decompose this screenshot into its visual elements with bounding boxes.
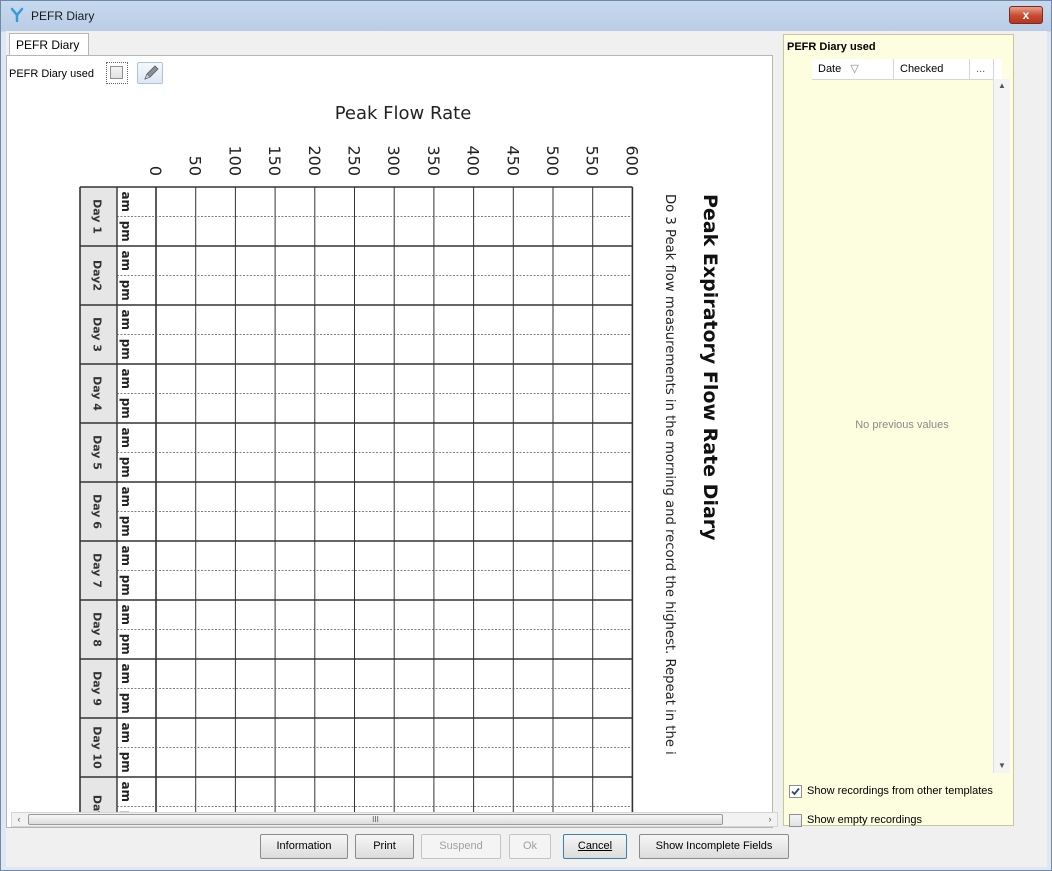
tab-panel: Peak Flow Rate 0 50 100 150 200 250 300 350 400 4…: [6, 55, 773, 828]
period-label: am: [119, 191, 133, 212]
period-label: pm: [119, 280, 133, 301]
period-label: pm: [119, 634, 133, 655]
history-grid-header: Date ▽ Checked ...: [812, 59, 1002, 80]
period-label: am: [119, 250, 133, 271]
pefr-diary-window: PEFR Diary x PEFR Diary Peak Flow Rate 0…: [0, 0, 1052, 871]
period-label: pm: [119, 575, 133, 596]
period-label: am: [119, 368, 133, 389]
app-logo-icon: [10, 7, 24, 23]
sort-icon: ▽: [850, 63, 859, 75]
tick-label: 300: [384, 145, 403, 176]
diary-grid: [79, 186, 634, 827]
diary-instructions: Do 3 Peak flow measurements in the morni…: [662, 194, 677, 755]
day-label: Day 6: [91, 494, 104, 529]
tick-label: 100: [225, 145, 244, 176]
tick-label: 500: [543, 145, 562, 176]
tick-label: 50: [186, 156, 205, 176]
scroll-right-icon[interactable]: ›: [763, 813, 777, 826]
tick-label: 350: [424, 145, 443, 176]
edit-button[interactable]: [137, 62, 163, 84]
column-date-label: Date: [818, 63, 842, 75]
period-label: pm: [119, 221, 133, 242]
checkmark-icon: [791, 787, 800, 796]
period-label: am: [119, 604, 133, 625]
show-empty-label: Show empty recordings: [807, 814, 922, 826]
day-label: Day 4: [91, 376, 104, 411]
tick-label: 550: [583, 145, 602, 176]
pencil-icon: [144, 65, 159, 80]
close-button[interactable]: x: [1009, 6, 1043, 24]
day-label: Day 7: [91, 553, 104, 588]
column-more[interactable]: ...: [970, 59, 994, 79]
ok-button[interactable]: Ok: [509, 834, 551, 859]
button-bar: Information Print Suspend Ok Cancel Show…: [6, 828, 1047, 867]
show-empty-checkbox[interactable]: [789, 814, 802, 827]
pefr-used-label: PEFR Diary used: [9, 68, 94, 80]
period-label: pm: [119, 752, 133, 773]
day-label: Day 5: [91, 435, 104, 470]
tick-label: 0: [146, 166, 165, 176]
tick-label: 200: [305, 145, 324, 176]
axis-title: Peak Flow Rate: [335, 103, 472, 124]
period-label: am: [119, 309, 133, 330]
day-label: Day 3: [91, 317, 104, 352]
tick-label: 250: [345, 145, 364, 176]
horizontal-scrollbar[interactable]: ‹ III ›: [11, 812, 778, 827]
pefr-used-checkbox-focus[interactable]: [106, 62, 128, 84]
history-panel-title: PEFR Diary used: [787, 41, 876, 53]
period-label: am: [119, 545, 133, 566]
day-label: Day 9: [91, 671, 104, 706]
scroll-left-icon[interactable]: ‹: [12, 813, 26, 826]
period-label: am: [119, 663, 133, 684]
period-label: pm: [119, 457, 133, 478]
period-label: pm: [119, 398, 133, 419]
scrollbar-grip: III: [372, 815, 379, 824]
client-area: PEFR Diary Peak Flow Rate 0 50 100 150 200 25…: [6, 31, 1047, 867]
pefr-diary-form: Peak Flow Rate 0 50 100 150 200 250 300 350 400 4…: [79, 103, 721, 827]
scroll-down-icon[interactable]: ▼: [994, 759, 1010, 773]
period-label: am: [119, 781, 133, 802]
suspend-button[interactable]: Suspend: [421, 834, 501, 859]
diary-title: Peak Expiratory Flow Rate Diary: [699, 194, 721, 541]
tick-label: 450: [503, 145, 522, 176]
period-label: pm: [119, 339, 133, 360]
history-grid: No previous values: [812, 79, 992, 772]
show-other-templates-checkbox[interactable]: [789, 785, 802, 798]
title-bar[interactable]: PEFR Diary x: [1, 1, 1051, 31]
period-label: am: [119, 722, 133, 743]
show-incomplete-fields-button[interactable]: Show Incomplete Fields: [639, 834, 789, 859]
window-title: PEFR Diary: [31, 9, 95, 23]
pefr-used-checkbox[interactable]: [110, 66, 123, 79]
scroll-up-icon[interactable]: ▲: [994, 79, 1010, 93]
tab-pefr-diary[interactable]: PEFR Diary: [9, 33, 89, 55]
empty-message: No previous values: [855, 419, 949, 431]
cancel-button[interactable]: Cancel: [563, 834, 627, 859]
period-label: pm: [119, 693, 133, 714]
tick-labels: 0 50 100 150 200 250 300 350 400 450 500 550 600: [146, 145, 641, 176]
day-label: Day 8: [91, 612, 104, 647]
column-checked[interactable]: Checked: [894, 59, 970, 79]
close-icon: x: [1022, 8, 1030, 22]
scrollbar-thumb[interactable]: III: [28, 814, 723, 825]
period-label: am: [119, 427, 133, 448]
period-label: pm: [119, 516, 133, 537]
tick-label: 150: [265, 145, 284, 176]
day-label: Day2: [91, 260, 104, 291]
period-label: am: [119, 486, 133, 507]
day-label: Day 1: [91, 199, 104, 234]
information-button[interactable]: Information: [260, 834, 348, 859]
print-button[interactable]: Print: [355, 834, 414, 859]
column-date[interactable]: Date ▽: [812, 59, 894, 79]
tick-label: 400: [464, 145, 483, 176]
vertical-scrollbar[interactable]: ▲ ▼: [993, 79, 1010, 773]
history-panel: PEFR Diary used Date ▽ Checked ... No pr…: [783, 34, 1014, 827]
tick-label: 600: [622, 145, 641, 176]
show-other-templates-label: Show recordings from other templates: [807, 785, 993, 797]
day-label: Day 10: [91, 726, 104, 769]
